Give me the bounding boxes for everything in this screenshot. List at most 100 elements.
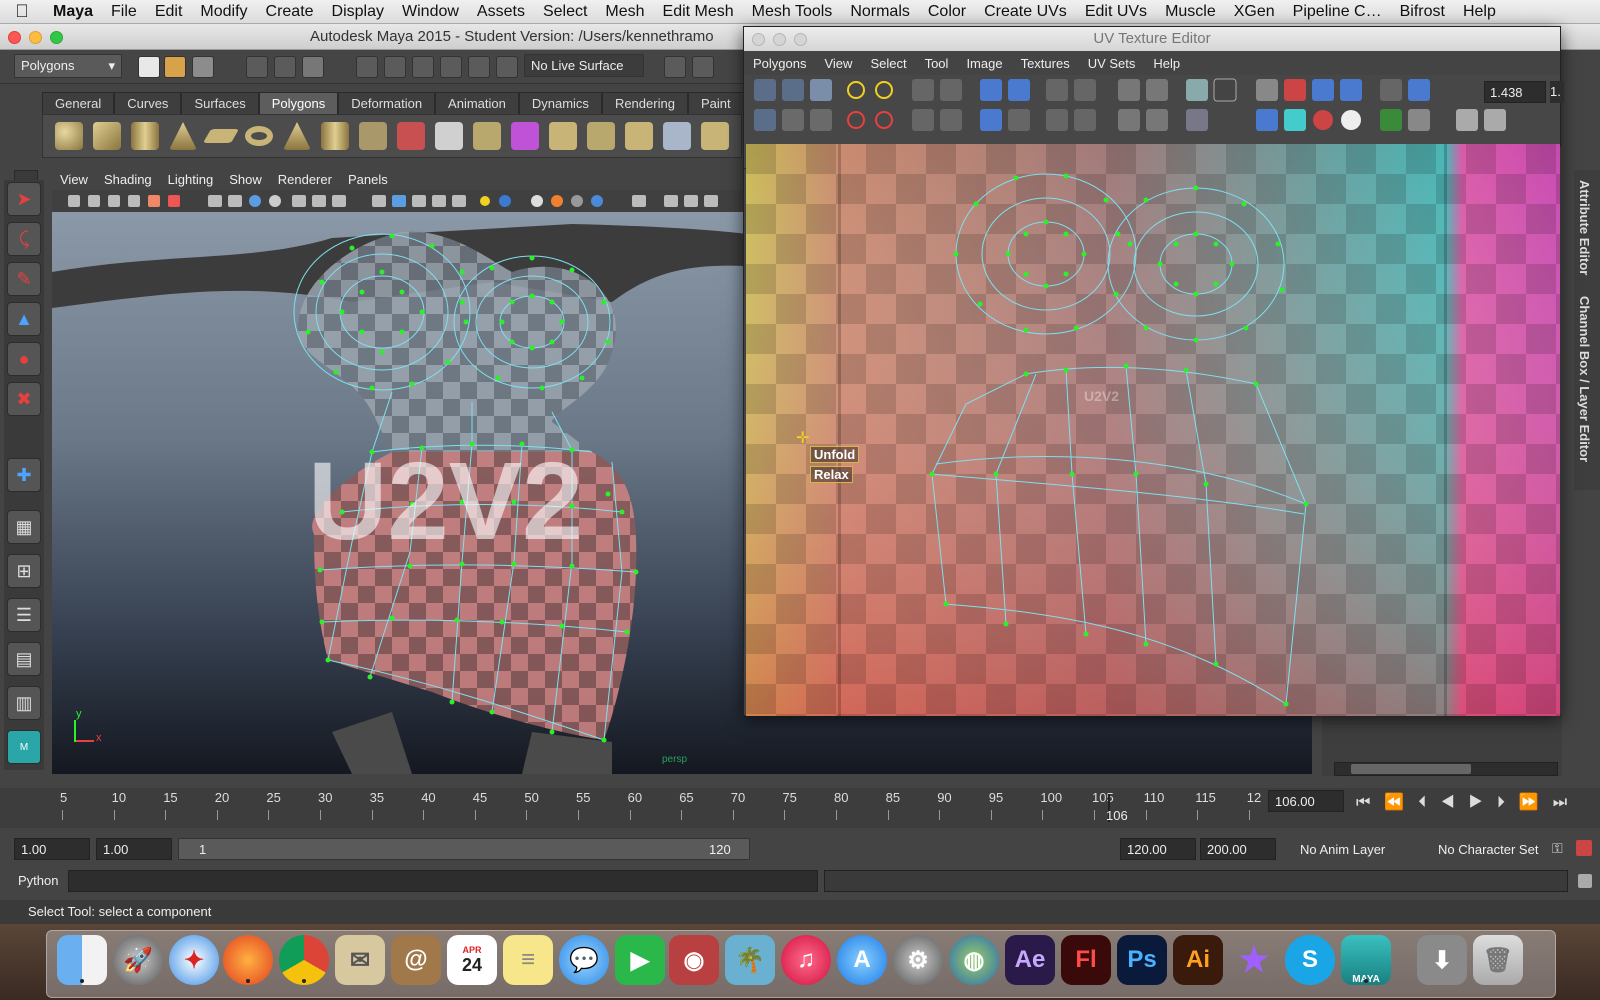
uv-close-button[interactable] xyxy=(752,33,765,46)
uv-canvas[interactable]: U2V2 ✛ Unfold Relax xyxy=(746,144,1560,716)
tab-dynamics[interactable]: Dynamics xyxy=(518,92,602,114)
menu-color[interactable]: Color xyxy=(919,3,975,21)
menu-file[interactable]: File xyxy=(102,3,146,21)
facetime-icon[interactable]: ▶ xyxy=(615,935,665,985)
viewport-menu-renderer[interactable]: Renderer xyxy=(270,172,340,187)
move-tool-icon[interactable]: ▲ xyxy=(7,302,41,336)
menu-window[interactable]: Window xyxy=(393,3,468,21)
uv-minimize-button[interactable] xyxy=(773,33,786,46)
hypershade-layout-icon[interactable]: ▥ xyxy=(7,686,41,720)
viewport-menu-lighting[interactable]: Lighting xyxy=(160,172,222,187)
finder-icon[interactable] xyxy=(57,935,107,985)
playback-start-field[interactable]: 1.00 xyxy=(96,838,172,860)
manipulator-tool-icon[interactable]: ✚ xyxy=(7,458,41,492)
uv-menu-view[interactable]: View xyxy=(815,56,861,71)
poly-plane-icon[interactable] xyxy=(202,129,240,143)
chrome-icon[interactable] xyxy=(279,935,329,985)
select-object-icon[interactable] xyxy=(274,56,296,78)
uv-menu-image[interactable]: Image xyxy=(957,56,1011,71)
menu-bifrost[interactable]: Bifrost xyxy=(1391,3,1454,21)
mail-icon[interactable]: ✉ xyxy=(335,935,385,985)
playback-controls[interactable]: ⏮⏪⏴◀▶⏵⏩⏭ xyxy=(1356,792,1581,812)
menu-mesh[interactable]: Mesh xyxy=(596,3,653,21)
apple-icon[interactable]:  xyxy=(0,1,44,22)
lasso-tool-icon[interactable]: ⤹ xyxy=(7,222,41,256)
tab-surfaces[interactable]: Surfaces xyxy=(181,92,259,114)
snap-curve-icon[interactable] xyxy=(384,56,406,78)
notes-icon[interactable]: ≡ xyxy=(503,935,553,985)
viewport-menu-show[interactable]: Show xyxy=(221,172,270,187)
split-polygon-icon[interactable] xyxy=(663,122,691,150)
marking-menu-unfold[interactable]: Unfold xyxy=(810,446,860,463)
menu-create[interactable]: Create xyxy=(257,3,323,21)
menu-maya[interactable]: Maya xyxy=(44,3,102,21)
menu-help[interactable]: Help xyxy=(1454,3,1505,21)
select-hierarchy-icon[interactable] xyxy=(246,56,268,78)
magnet-icon[interactable] xyxy=(496,56,518,78)
menu-create-uvs[interactable]: Create UVs xyxy=(975,3,1076,21)
open-scene-icon[interactable] xyxy=(164,56,186,78)
extract-icon[interactable] xyxy=(435,122,463,150)
poly-pipe-icon[interactable] xyxy=(321,122,349,150)
minimize-window-button[interactable] xyxy=(29,31,42,44)
zoom-window-button[interactable] xyxy=(50,31,63,44)
uv-menu-textures[interactable]: Textures xyxy=(1012,56,1079,71)
animation-start-field[interactable]: 1.00 xyxy=(14,838,90,860)
snap-point-icon[interactable] xyxy=(412,56,434,78)
imovie-icon[interactable]: ★ xyxy=(1229,935,1279,985)
anim-prefs-icon[interactable] xyxy=(1576,840,1592,856)
combine-icon[interactable] xyxy=(359,122,387,150)
tab-animation[interactable]: Animation xyxy=(435,92,519,114)
menu-normals[interactable]: Normals xyxy=(841,3,919,21)
smooth-icon[interactable] xyxy=(473,122,501,150)
firefox-icon[interactable] xyxy=(223,935,273,985)
select-tool-icon[interactable]: ➤ xyxy=(7,182,41,216)
character-set-dropdown[interactable]: No Character Set xyxy=(1438,842,1538,857)
save-scene-icon[interactable] xyxy=(192,56,214,78)
uv-menu-tool[interactable]: Tool xyxy=(916,56,958,71)
viewport-menu-shading[interactable]: Shading xyxy=(96,172,160,187)
flash-icon[interactable]: Fl xyxy=(1061,935,1111,985)
script-editor-icon[interactable] xyxy=(1578,874,1592,888)
tab-deformation[interactable]: Deformation xyxy=(338,92,436,114)
uv-toolbar-icons[interactable] xyxy=(744,75,1560,143)
calendar-icon[interactable]: APR 24 xyxy=(447,935,497,985)
iphoto-icon[interactable]: 🌴 xyxy=(725,935,775,985)
tab-rendering[interactable]: Rendering xyxy=(601,92,688,114)
four-pane-layout-icon[interactable]: ⊞ xyxy=(7,554,41,588)
menu-muscle[interactable]: Muscle xyxy=(1156,3,1225,21)
trash-icon[interactable]: 🗑 xyxy=(1473,935,1523,985)
poly-sphere-icon[interactable] xyxy=(55,122,83,150)
new-scene-icon[interactable] xyxy=(138,56,160,78)
make-live-icon[interactable] xyxy=(468,56,490,78)
tab-paint[interactable]: Paint xyxy=(687,92,744,114)
snap-grid-icon[interactable] xyxy=(356,56,378,78)
viewport-menu-panels[interactable]: Panels xyxy=(340,172,396,187)
itunes-icon[interactable]: ♫ xyxy=(781,935,831,985)
after-effects-icon[interactable]: Ae xyxy=(1005,935,1055,985)
insert-edge-loop-icon[interactable] xyxy=(701,122,729,150)
bridge-icon[interactable] xyxy=(587,122,615,150)
uv-menu-polygons[interactable]: Polygons xyxy=(744,56,815,71)
illustrator-icon[interactable]: Ai xyxy=(1173,935,1223,985)
maya-app-icon[interactable]: MAYA xyxy=(1341,935,1391,985)
script-language-label[interactable]: Python xyxy=(18,873,58,888)
single-pane-layout-icon[interactable]: ▦ xyxy=(7,510,41,544)
skype-icon[interactable]: S xyxy=(1285,935,1335,985)
tab-attribute-editor[interactable]: Attribute Editor xyxy=(1577,180,1592,275)
poly-cylinder-icon[interactable] xyxy=(131,122,159,150)
tab-polygons[interactable]: Polygons xyxy=(258,92,339,114)
menu-set-dropdown[interactable]: Polygons ▾ xyxy=(14,54,122,78)
uv-menu-uv-sets[interactable]: UV Sets xyxy=(1079,56,1145,71)
menu-modify[interactable]: Modify xyxy=(191,3,256,21)
key-icon[interactable]: ⚿ xyxy=(1552,840,1568,856)
menu-pipeline-cache[interactable]: Pipeline C… xyxy=(1284,3,1391,21)
poly-torus-icon[interactable] xyxy=(245,126,273,146)
rotate-tool-icon[interactable]: ● xyxy=(7,342,41,376)
append-polygon-icon[interactable] xyxy=(625,122,653,150)
app-store-icon[interactable]: A xyxy=(837,935,887,985)
layer-scrollbar-thumb[interactable] xyxy=(1351,764,1471,774)
uv-zoom-button[interactable] xyxy=(794,33,807,46)
downloads-stack-icon[interactable]: ⬇ xyxy=(1417,935,1467,985)
viewport-menu-view[interactable]: View xyxy=(52,172,96,187)
